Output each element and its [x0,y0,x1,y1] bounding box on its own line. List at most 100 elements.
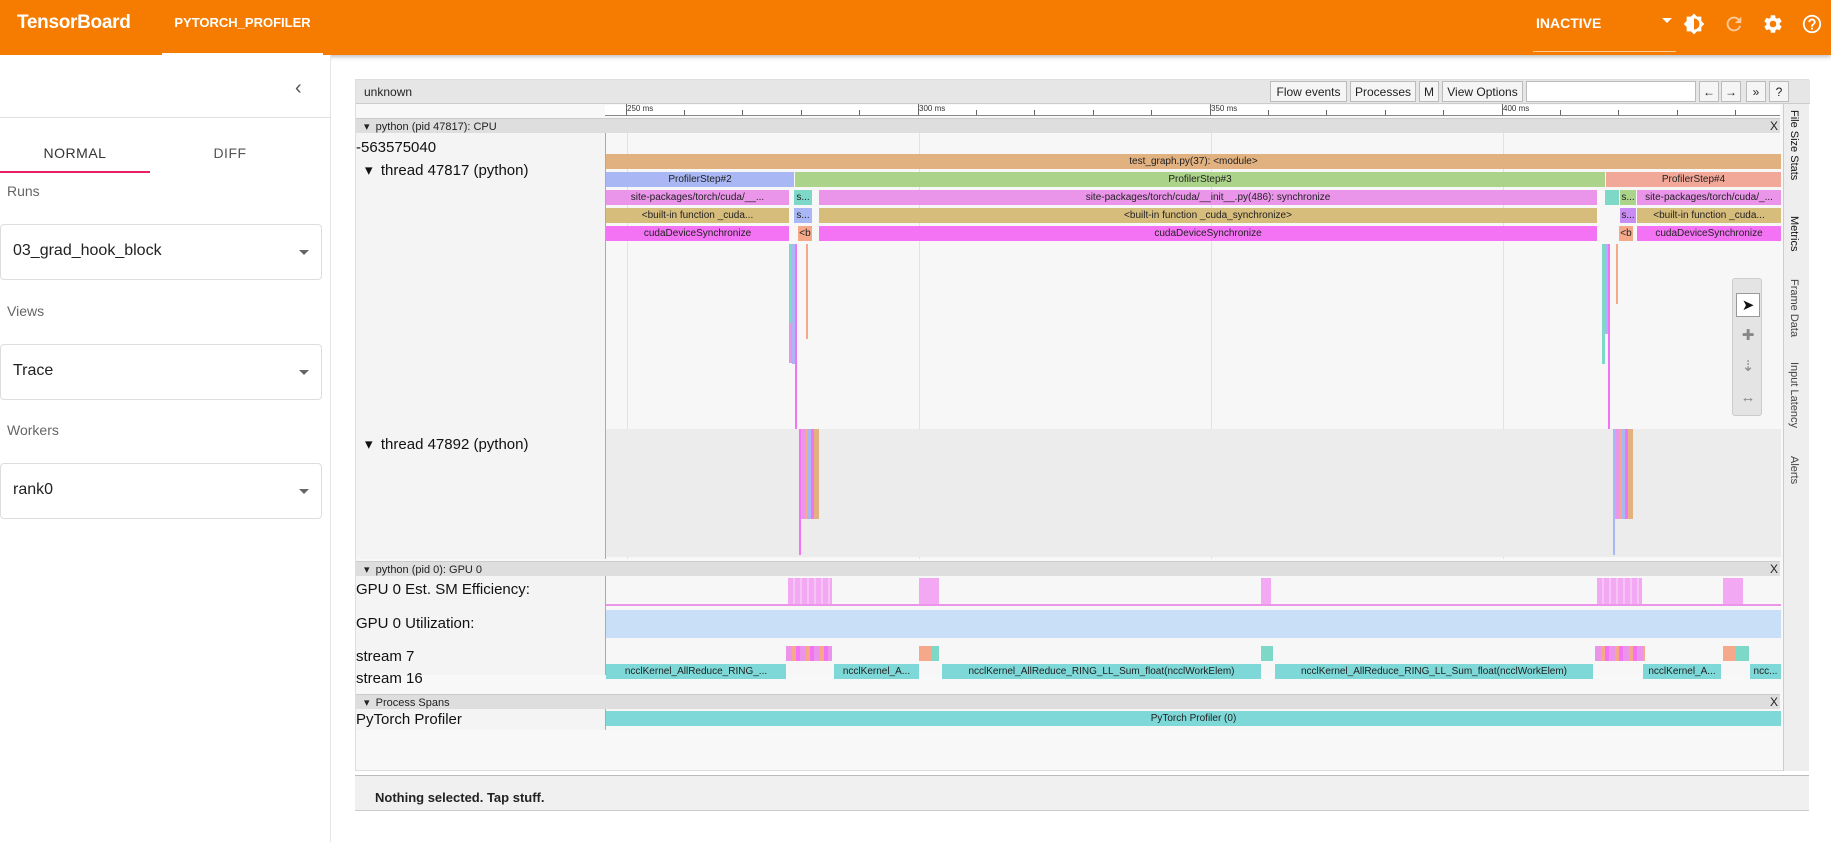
slice-short[interactable]: s... [1620,190,1636,205]
more-button[interactable]: » [1746,81,1766,102]
tab-file-size-stats[interactable]: File Size Stats [1788,110,1800,180]
slice-short[interactable]: s... [794,208,812,223]
ruler-tick [1502,104,1503,115]
slice-builtin[interactable]: <built-in function _cuda... [606,208,789,223]
ruler-tick [1560,110,1561,115]
slice-profiler-step-4[interactable]: ProfilerStep#4 [1606,172,1781,187]
search-input[interactable] [1526,81,1696,102]
slice-synchronize[interactable]: site-packages/torch/cuda/__init__.py(486… [819,190,1597,205]
runs-select[interactable]: 03_grad_hook_block [0,224,322,280]
side-panel-tabs: File Size Stats Metrics Frame Data Input… [1783,104,1809,771]
slice-short[interactable]: <b [798,226,812,241]
workers-select[interactable]: rank0 [0,463,322,519]
nccl-kernel-slice[interactable]: ncclKernel_AllReduce_RING_... [606,664,786,679]
spans-process-name: Process Spans [375,697,450,709]
sm-efficiency-baseline [606,604,1781,606]
slice-short[interactable]: s... [1620,208,1636,223]
processes-button[interactable]: Processes [1350,81,1416,102]
slice-site-packages[interactable]: site-packages/torch/cuda/_... [1637,190,1781,205]
nav-next-button[interactable]: → [1721,81,1741,102]
m-button[interactable]: M [1419,81,1439,102]
slice-module[interactable]: test_graph.py(37): <module> [606,154,1781,169]
nccl-kernel-slice[interactable]: ncclKernel_AllReduce_RING_LL_Sum_float(n… [942,664,1261,679]
slice-profiler-step-3[interactable]: ProfilerStep#3 [795,172,1605,187]
chevron-down-icon [1662,18,1672,23]
slice-builtin[interactable]: <built-in function _cuda... [1637,208,1781,223]
close-icon[interactable]: X [1770,562,1778,576]
ruler-label: 300 ms [919,104,946,113]
nccl-kernel-slice[interactable]: ncclKernel_AllReduce_RING_LL_Sum_float(n… [1275,664,1593,679]
tool-palette: ➤ ✚ ⇣ ↔ [1732,278,1762,416]
close-icon[interactable]: X [1770,695,1778,709]
pytorch-profiler-span[interactable]: PyTorch Profiler (0) [606,711,1781,726]
slice-site-packages[interactable]: site-packages/torch/cuda/__... [606,190,789,205]
nccl-kernel-slice[interactable]: ncclKernel_A... [1643,664,1721,679]
sm-efficiency-burst [1597,578,1642,604]
timing-icon[interactable]: ↔ [1736,386,1760,410]
status-select[interactable]: INACTIVE [1533,0,1676,52]
app-brand: TensorBoard [17,12,131,33]
sliver-slice [806,244,808,339]
tab-alerts[interactable]: Alerts [1788,456,1800,484]
sliver-slice [799,429,801,555]
spans-track-area: PyTorch Profiler (0) [605,709,1781,730]
tab-metrics[interactable]: Metrics [1788,216,1800,251]
tab-frame-data[interactable]: Frame Data [1788,279,1800,337]
slice-profiler-step-2[interactable]: ProfilerStep#2 [606,172,794,187]
slice-cuda-device-sync[interactable]: cudaDeviceSynchronize [606,226,789,241]
runs-label: Runs [7,183,40,199]
views-select[interactable]: Trace [0,344,322,400]
ruler-tick [742,110,743,115]
cpu-label-column: -563575040 ▾ thread 47817 (python) ▾ thr… [356,133,605,559]
stream7-kernels [786,646,832,661]
spans-process-header[interactable]: ▾ Process Spans X [356,694,1780,709]
slice-cuda-device-sync[interactable]: cudaDeviceSynchronize [1637,226,1781,241]
workers-label: Workers [7,422,59,438]
thread2-activity [799,429,819,519]
slice-short[interactable] [1605,190,1619,205]
tab-diff[interactable]: DIFF [155,135,305,173]
slice-short[interactable]: <b [1619,226,1633,241]
sm-efficiency-burst [1261,578,1271,604]
cpu-process-header[interactable]: ▾ python (pid 47817): CPU X [356,118,1780,133]
view-options-button[interactable]: View Options [1442,81,1523,102]
spans-label-column: PyTorch Profiler [356,709,605,730]
selection-status: Nothing selected. Tap stuff. [375,790,545,805]
gear-icon[interactable] [1762,13,1784,35]
thread-47892-label[interactable]: ▾ thread 47892 (python) [365,435,528,453]
select-pointer-icon[interactable]: ➤ [1736,293,1760,317]
nav-prev-button[interactable]: ← [1699,81,1719,102]
help-icon[interactable] [1801,13,1823,35]
gpu-process-header[interactable]: ▾ python (pid 0): GPU 0 X [356,561,1780,576]
sidebar: ‹ NORMAL DIFF Runs 03_grad_hook_block Vi… [0,55,331,842]
tab-normal[interactable]: NORMAL [0,135,150,173]
sliver-slice [1613,429,1615,555]
slice-builtin-cuda-sync[interactable]: <built-in function _cuda_synchronize> [819,208,1597,223]
brightness-icon[interactable] [1683,13,1705,35]
stream7-kernels [1595,646,1645,661]
flow-events-button[interactable]: Flow events [1270,81,1347,102]
stream7-kernels [919,646,939,661]
nccl-kernel-slice[interactable]: ncclKernel_A... [834,664,919,679]
zoom-icon[interactable]: ⇣ [1736,355,1760,379]
selection-bar: Nothing selected. Tap stuff. [355,776,1809,811]
tab-pytorch-profiler[interactable]: PYTORCH_PROFILER [162,0,323,55]
chevron-left-icon[interactable]: ‹ [295,77,302,100]
top-app-bar: TensorBoard PYTORCH_PROFILER INACTIVE [0,0,1831,55]
workers-value: rank0 [13,481,54,498]
thread-47817-label[interactable]: ▾ thread 47817 (python) [365,161,528,179]
slice-cuda-device-sync[interactable]: cudaDeviceSynchronize [819,226,1597,241]
tab-input-latency[interactable]: Input Latency [1788,362,1800,428]
pan-icon[interactable]: ✚ [1736,324,1760,348]
refresh-icon[interactable] [1723,13,1745,35]
help-button[interactable]: ? [1769,81,1789,102]
gpu-utilization-label: GPU 0 Utilization: [356,615,475,632]
chevron-down-icon [299,370,309,375]
ruler-label: 250 ms [627,104,654,113]
views-label: Views [7,303,45,319]
cpu-process-label: ▾ python (pid 47817): CPU [364,121,497,133]
slice-short[interactable]: s... [794,190,812,205]
close-icon[interactable]: X [1770,119,1778,133]
nccl-kernel-slice[interactable]: ncc... [1750,664,1781,679]
chevron-down-icon [299,489,309,494]
